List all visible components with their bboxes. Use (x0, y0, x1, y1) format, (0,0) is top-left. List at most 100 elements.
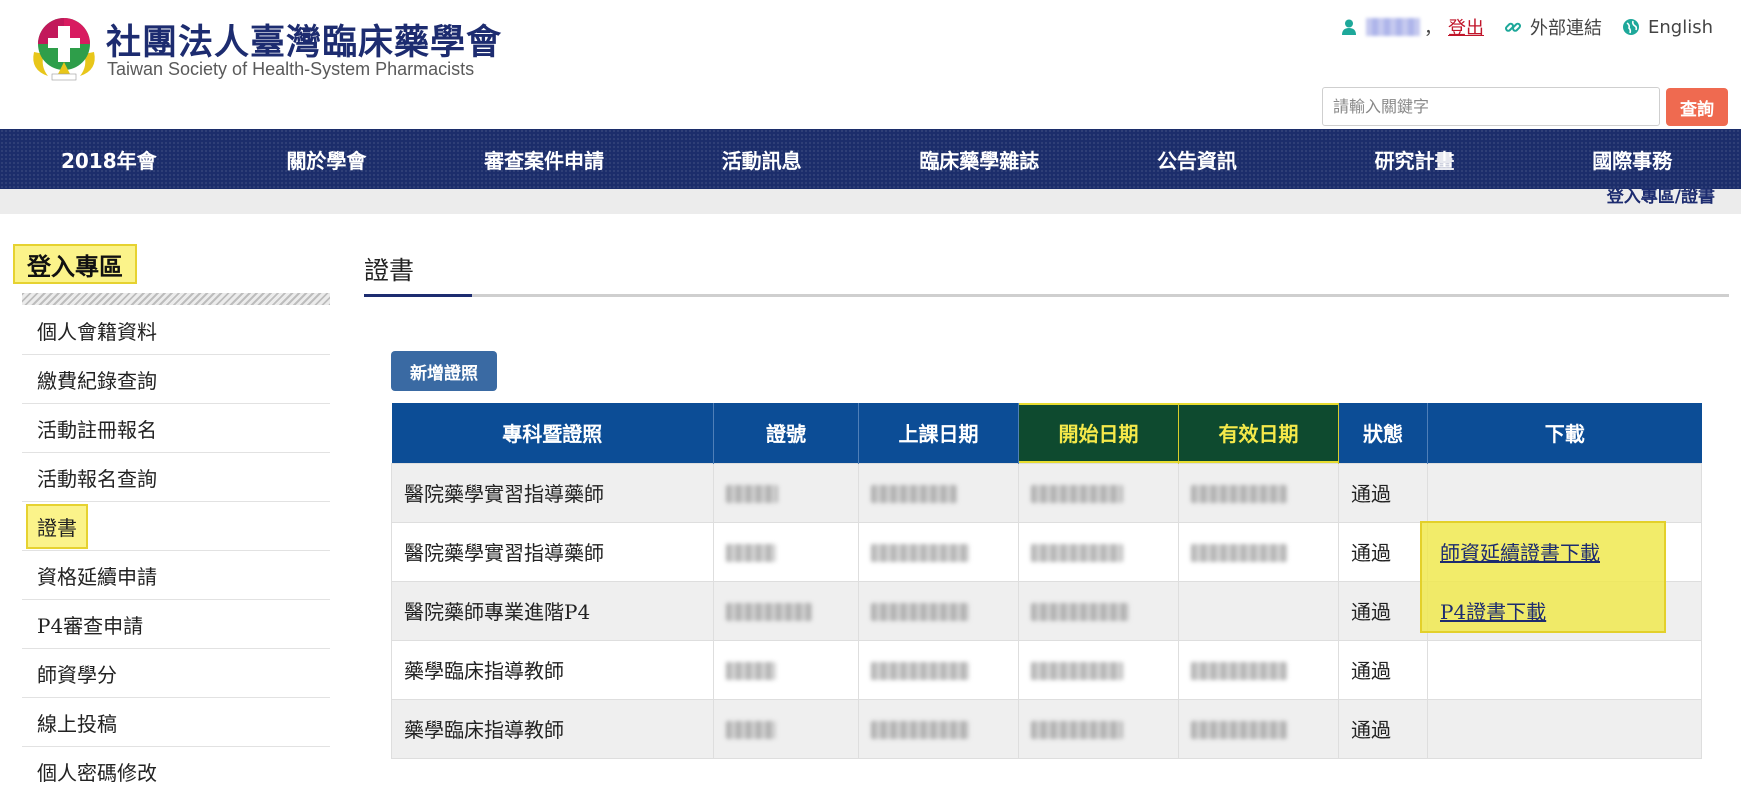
site-header: 社團法人臺灣臨床藥學會 Taiwan Society of Health-Sys… (0, 0, 1741, 129)
sidebar-item-registration-lookup[interactable]: 活動報名查詢 (22, 453, 330, 502)
separator-comma: ， (1424, 18, 1442, 39)
cell-number (713, 521, 859, 582)
sidebar-item-label: 證書 (26, 503, 88, 549)
cell-class-date (858, 521, 1019, 582)
cell-class-date (858, 580, 1019, 641)
cell-download (1427, 462, 1702, 523)
table-row: 醫院藥學實習指導藥師 通過 (391, 462, 1702, 523)
cell-start-date (1018, 580, 1179, 641)
nav-item-journal[interactable]: 臨床藥學雜誌 (871, 129, 1089, 189)
sidebar-menu: 個人會籍資料 繳費紀錄查詢 活動註冊報名 活動報名查詢 證書 資格延續申請 P4… (22, 306, 330, 786)
link-icon (1504, 22, 1522, 32)
redacted-value (1031, 485, 1123, 503)
cell-status: 通過 (1338, 698, 1428, 759)
user-icon (1342, 19, 1356, 35)
add-certificate-button[interactable]: 新增證照 (391, 351, 497, 391)
cell-status: 通過 (1338, 521, 1428, 582)
sidebar-item-p4-review[interactable]: P4審查申請 (22, 600, 330, 649)
redacted-value (726, 603, 812, 621)
username-redacted (1366, 18, 1420, 36)
cell-valid-date (1178, 639, 1339, 700)
redacted-value (1191, 662, 1287, 680)
redacted-value (726, 485, 778, 503)
main-nav: 2018年會 關於學會 審查案件申請 活動訊息 臨床藥學雜誌 公告資訊 研究計畫… (0, 129, 1741, 189)
cell-number (713, 580, 859, 641)
redacted-value (1031, 603, 1129, 621)
col-header-certificate: 專科暨證照 (391, 403, 714, 463)
cell-number (713, 639, 859, 700)
redacted-value (1031, 662, 1123, 680)
nav-item-announcements[interactable]: 公告資訊 (1088, 129, 1306, 189)
sidebar-title: 登入專區 (13, 244, 137, 284)
sidebar-item-online-submission[interactable]: 線上投稿 (22, 698, 330, 747)
nav-item-events[interactable]: 活動訊息 (653, 129, 871, 189)
cell-status: 通過 (1338, 639, 1428, 700)
globe-icon (1623, 19, 1639, 35)
cell-status: 通過 (1338, 462, 1428, 523)
cell-valid-date (1178, 698, 1339, 759)
sidebar-item-membership[interactable]: 個人會籍資料 (22, 306, 330, 355)
col-header-valid-date: 有效日期 (1178, 403, 1339, 463)
redacted-value (871, 721, 969, 739)
society-logo[interactable] (28, 12, 100, 84)
sidebar-item-label: 活動報名查詢 (37, 466, 157, 491)
col-header-download: 下載 (1427, 403, 1702, 463)
redacted-value (726, 721, 776, 739)
external-links-link[interactable]: 外部連結 (1530, 14, 1602, 40)
sidebar-item-certificates[interactable]: 證書 (22, 502, 330, 551)
sidebar-item-label: 資格延續申請 (37, 564, 157, 589)
search-button[interactable]: 查詢 (1666, 88, 1728, 126)
col-header-status: 狀態 (1338, 403, 1428, 463)
redacted-value (1031, 721, 1123, 739)
breadcrumb[interactable]: 登入專區/證書 (1607, 189, 1715, 207)
nav-item-research[interactable]: 研究計畫 (1306, 129, 1524, 189)
sidebar-item-event-registration[interactable]: 活動註冊報名 (22, 404, 330, 453)
redacted-value (1031, 544, 1123, 562)
top-utility-bar: ， 登出 外部連結 English (1320, 14, 1713, 40)
redacted-value (1191, 544, 1287, 562)
sidebar-item-label: 活動註冊報名 (37, 417, 157, 442)
sidebar-item-teacher-credits[interactable]: 師資學分 (22, 649, 330, 698)
nav-item-review-application[interactable]: 審查案件申請 (435, 129, 653, 189)
org-name-en: Taiwan Society of Health-System Pharmaci… (107, 59, 475, 79)
sidebar-item-label: 線上投稿 (37, 711, 117, 736)
logout-link[interactable]: 登出 (1448, 14, 1484, 40)
redacted-value (871, 544, 969, 562)
cell-class-date (858, 698, 1019, 759)
table-header-row: 專科暨證照 證號 上課日期 開始日期 有效日期 狀態 下載 (391, 403, 1702, 463)
nav-item-international[interactable]: 國際事務 (1523, 129, 1741, 189)
cell-class-date (858, 462, 1019, 523)
title-underline (364, 294, 1729, 297)
redacted-value (871, 662, 969, 680)
language-link[interactable]: English (1648, 17, 1713, 38)
redacted-value (871, 485, 957, 503)
col-header-number: 證號 (713, 403, 859, 463)
search-input[interactable] (1322, 87, 1660, 126)
redacted-value (871, 603, 969, 621)
cell-certificate: 藥學臨床指導教師 (391, 639, 714, 700)
nav-item-annual-meeting[interactable]: 2018年會 (0, 129, 218, 189)
breadcrumb-bar: 登入專區/證書 (0, 189, 1741, 214)
cell-certificate: 醫院藥師專業進階P4 (391, 580, 714, 641)
sidebar-item-payment-records[interactable]: 繳費紀錄查詢 (22, 355, 330, 404)
cell-certificate: 藥學臨床指導教師 (391, 698, 714, 759)
cell-valid-date (1178, 580, 1339, 641)
cell-number (713, 698, 859, 759)
title-underline-accent (364, 294, 472, 297)
download-renewal-certificate-link[interactable]: 師資延續證書下載 (1440, 541, 1600, 565)
cell-valid-date (1178, 462, 1339, 523)
cell-number (713, 462, 859, 523)
sidebar-item-change-password[interactable]: 個人密碼修改 (22, 747, 330, 786)
redacted-value (1191, 721, 1287, 739)
cell-start-date (1018, 639, 1179, 700)
sidebar-item-renewal-application[interactable]: 資格延續申請 (22, 551, 330, 600)
sidebar-item-label: 繳費紀錄查詢 (37, 368, 157, 393)
sidebar-divider (22, 293, 330, 305)
redacted-value (726, 662, 776, 680)
nav-item-about[interactable]: 關於學會 (218, 129, 436, 189)
cell-certificate: 醫院藥學實習指導藥師 (391, 521, 714, 582)
table-row: 藥學臨床指導教師 通過 (391, 698, 1702, 759)
download-p4-certificate-link[interactable]: P4證書下載 (1440, 600, 1546, 624)
table-row: 藥學臨床指導教師 通過 (391, 639, 1702, 700)
cell-download (1427, 698, 1702, 759)
